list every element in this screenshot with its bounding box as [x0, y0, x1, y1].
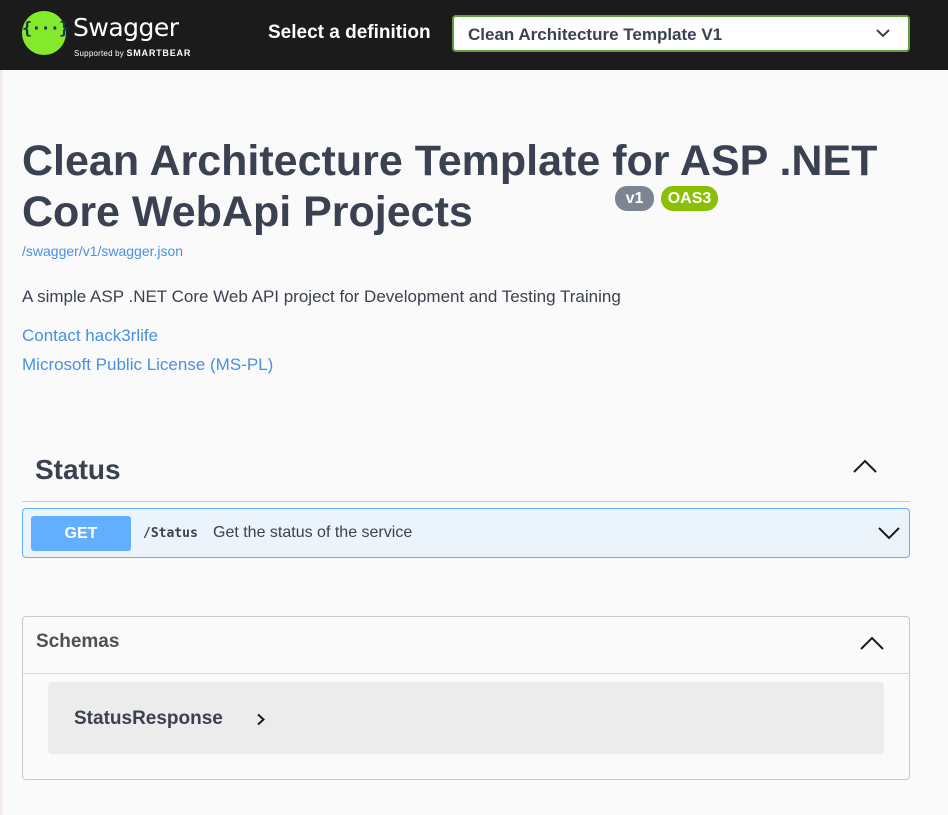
operation-summary: Get the status of the service	[213, 524, 413, 541]
chevron-up-icon[interactable]	[852, 458, 878, 474]
page-edge	[0, 70, 4, 815]
operation-get-status[interactable]: GET /Status Get the status of the servic…	[22, 508, 910, 558]
spec-url-link[interactable]: /swagger/v1/swagger.json	[22, 243, 183, 259]
contact-link[interactable]: Contact hack3rlife	[22, 326, 158, 346]
license-link[interactable]: Microsoft Public License (MS-PL)	[22, 355, 273, 375]
tag-status-title[interactable]: Status	[35, 454, 121, 486]
schemas-header[interactable]: Schemas	[23, 617, 909, 674]
logo-sub-brand: SMARTBEAR	[126, 48, 192, 58]
chevron-up-icon[interactable]	[859, 635, 885, 651]
operation-path: /Status	[143, 526, 198, 541]
logo-subtitle: Supported by SMARTBEAR	[74, 48, 191, 58]
logo-text[interactable]: Swagger	[73, 13, 179, 42]
model-item-statusresponse[interactable]: StatusResponse	[48, 682, 884, 754]
api-title: Clean Architecture Template for ASP .NET…	[22, 137, 878, 236]
chevron-down-icon[interactable]	[877, 526, 901, 540]
method-badge: GET	[31, 516, 131, 551]
logo-sub-prefix: Supported by	[74, 49, 124, 58]
definition-select[interactable]: Clean Architecture Template V1	[452, 15, 910, 52]
chevron-down-icon	[876, 29, 890, 38]
definition-label: Select a definition	[268, 22, 431, 43]
api-description: A simple ASP .NET Core Web API project f…	[22, 287, 621, 306]
model-name: StatusResponse	[74, 708, 223, 729]
topbar: {···} Swagger Supported by SMARTBEAR Sel…	[0, 0, 948, 70]
tag-divider	[22, 501, 910, 502]
chevron-right-icon[interactable]	[256, 713, 266, 726]
logo-glyph: {···}	[22, 19, 69, 39]
swagger-logo-icon[interactable]: {···}	[22, 11, 69, 55]
schemas-section: Schemas StatusResponse	[22, 616, 910, 780]
version-badge: v1	[615, 186, 654, 211]
schemas-title: Schemas	[36, 631, 120, 652]
definition-selected-value: Clean Architecture Template V1	[468, 25, 723, 44]
oas-badge: OAS3	[661, 186, 718, 211]
